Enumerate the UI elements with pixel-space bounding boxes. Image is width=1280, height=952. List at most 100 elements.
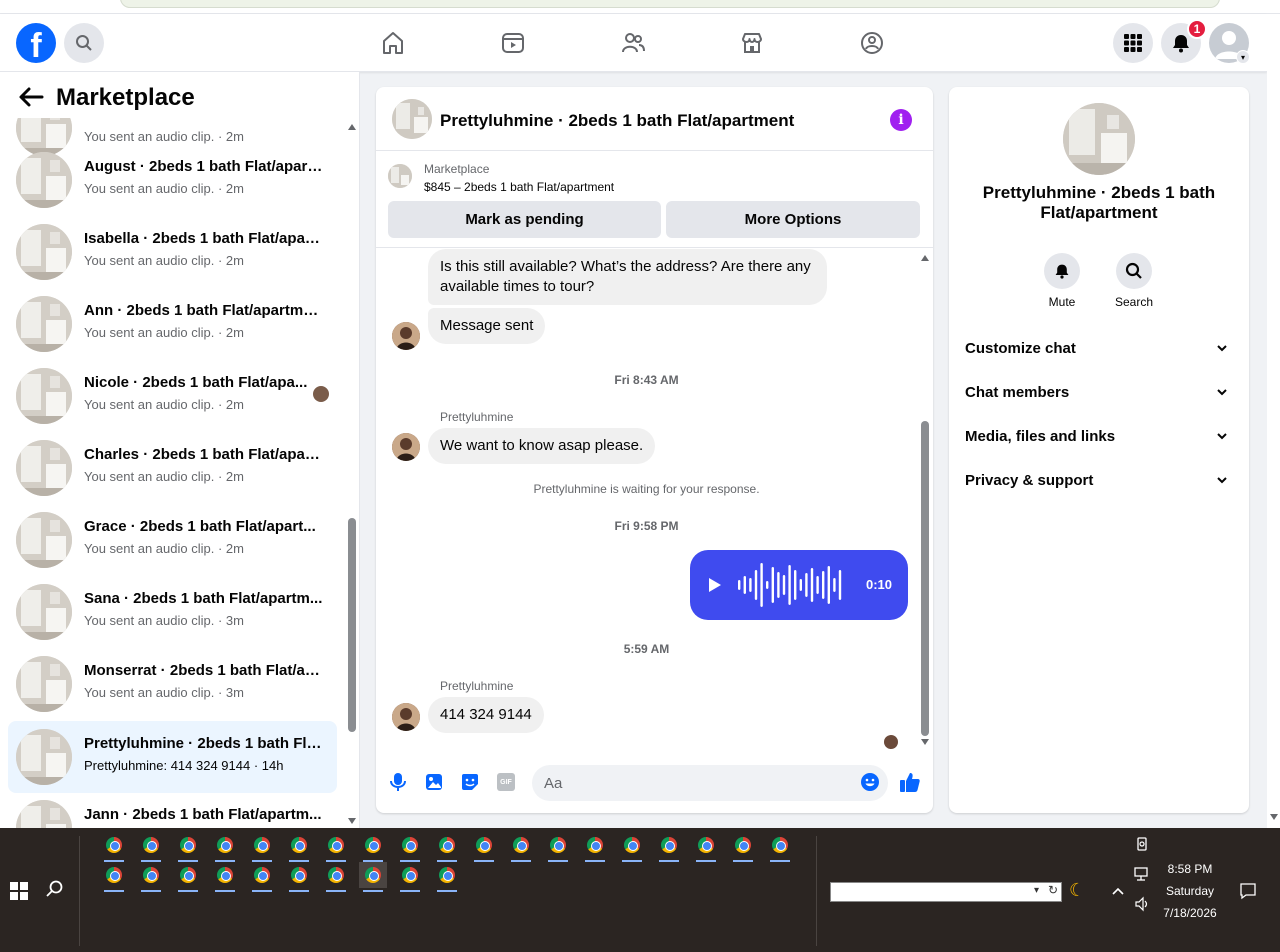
conversation-item[interactable]: Charles · 2beds 1 bath Flat/apart... You … <box>8 432 337 504</box>
taskbar-app[interactable] <box>766 832 794 862</box>
info-icon[interactable]: i <box>890 109 912 131</box>
conversation-item[interactable]: Isabella · 2beds 1 bath Flat/apart... You… <box>8 216 337 288</box>
sidebar-scroll-thumb[interactable] <box>348 518 356 732</box>
friends-icon[interactable] <box>618 28 648 58</box>
search-button[interactable] <box>64 23 104 63</box>
emoji-icon[interactable] <box>859 771 881 793</box>
contact-avatar[interactable] <box>392 433 420 461</box>
search-in-chat-button[interactable]: Search <box>1104 253 1164 309</box>
taskbar-app[interactable] <box>211 832 239 862</box>
taskbar-app[interactable] <box>396 832 424 862</box>
refresh-icon[interactable]: ↻ <box>1048 883 1058 897</box>
notifications-button[interactable]: 1 <box>1161 19 1207 63</box>
moon-icon[interactable]: ☾ <box>1069 880 1085 901</box>
scroll-down-arrow[interactable] <box>1270 814 1278 820</box>
taskbar-app[interactable] <box>248 832 276 862</box>
conversation-item[interactable]: Grace · 2beds 1 bath Flat/apart... You se… <box>8 504 337 576</box>
conversation-item[interactable]: Sana · 2beds 1 bath Flat/apartm... You se… <box>8 576 337 648</box>
contact-avatar[interactable] <box>392 322 420 350</box>
taskbar-app[interactable] <box>729 832 757 862</box>
play-icon[interactable] <box>708 577 722 593</box>
device-icon[interactable] <box>1134 836 1150 852</box>
privacy-support-row[interactable]: Privacy & support <box>949 459 1249 503</box>
marketplace-icon[interactable] <box>737 28 767 58</box>
menu-button[interactable] <box>1113 23 1153 63</box>
volume-icon[interactable] <box>1134 896 1150 912</box>
conversation-item[interactable]: Ann · 2beds 1 bath Flat/apartment You sen… <box>8 288 337 360</box>
listing-large-thumbnail[interactable] <box>1063 103 1135 175</box>
chevron-up-icon[interactable] <box>1110 884 1126 900</box>
taskbar-app[interactable] <box>174 832 202 862</box>
conversation-item[interactable]: August · 2beds 1 bath Flat/apart... You s… <box>8 144 337 216</box>
conversation-item[interactable]: Nicole · 2beds 1 bath Flat/apa... You sen… <box>8 360 337 432</box>
chevron-down-icon[interactable]: ▾ <box>1236 50 1250 64</box>
taskbar-app[interactable] <box>137 862 165 892</box>
taskbar-app[interactable] <box>248 862 276 892</box>
taskbar-app[interactable] <box>211 862 239 892</box>
taskbar-app[interactable] <box>100 832 128 862</box>
mute-button[interactable]: Mute <box>1032 253 1092 309</box>
customize-chat-row[interactable]: Customize chat <box>949 327 1249 371</box>
scroll-up-arrow[interactable] <box>921 255 929 261</box>
taskbar-address-box[interactable]: ▾ ↻ <box>830 882 1062 902</box>
clock-day[interactable]: Saturday <box>1150 884 1230 898</box>
taskbar-app[interactable] <box>618 832 646 862</box>
taskbar-app[interactable] <box>322 832 350 862</box>
browser-address-bar[interactable] <box>120 0 1220 8</box>
facebook-logo[interactable]: f <box>16 23 56 63</box>
sticker-icon[interactable] <box>459 771 481 793</box>
taskbar-app[interactable] <box>285 862 313 892</box>
groups-icon[interactable] <box>857 28 887 58</box>
listing-small-thumbnail[interactable] <box>388 164 412 188</box>
taskbar-app[interactable] <box>655 832 683 862</box>
taskbar-app[interactable] <box>544 832 572 862</box>
gif-icon[interactable]: GIF <box>495 771 517 793</box>
microphone-icon[interactable] <box>387 771 409 793</box>
chat-title[interactable]: Prettyluhmine · 2beds 1 bath Flat/apartm… <box>440 111 794 131</box>
taskbar-app[interactable] <box>433 832 461 862</box>
conversation-item[interactable]: Prettyluhmine · 2beds 1 bath Fla... Prett… <box>8 721 337 793</box>
mark-as-pending-button[interactable]: Mark as pending <box>388 201 661 238</box>
conversation-item[interactable]: Jann · 2beds 1 bath Flat/apartm... <box>8 792 337 828</box>
chat-scrollbar[interactable] <box>917 249 933 749</box>
audio-waveform[interactable] <box>736 561 848 609</box>
back-arrow-icon[interactable] <box>18 86 44 108</box>
scroll-up-arrow[interactable] <box>348 124 356 130</box>
video-icon[interactable] <box>498 28 528 58</box>
thumbs-up-icon[interactable] <box>899 771 921 793</box>
taskbar-app[interactable] <box>507 832 535 862</box>
page-scrollbar[interactable] <box>1267 14 1280 828</box>
windows-start-icon[interactable] <box>10 882 28 900</box>
taskbar-app[interactable] <box>174 862 202 892</box>
search-icon[interactable] <box>46 880 64 898</box>
chat-scroll-thumb[interactable] <box>921 421 929 736</box>
taskbar-app[interactable] <box>396 862 424 892</box>
contact-avatar[interactable] <box>392 703 420 731</box>
taskbar-app[interactable] <box>359 862 387 892</box>
notification-center-icon[interactable] <box>1239 882 1257 900</box>
taskbar-app[interactable] <box>581 832 609 862</box>
clock-time[interactable]: 8:58 PM <box>1150 862 1230 876</box>
audio-message[interactable]: 0:10 <box>690 550 908 620</box>
photo-icon[interactable] <box>423 771 445 793</box>
conversation-item[interactable]: Monserrat · 2beds 1 bath Flat/ap... You s… <box>8 648 337 720</box>
home-icon[interactable] <box>378 28 408 58</box>
sidebar-scrollbar[interactable] <box>345 118 359 826</box>
taskbar-app[interactable] <box>285 832 313 862</box>
more-options-button[interactable]: More Options <box>666 201 920 238</box>
taskbar-app[interactable] <box>692 832 720 862</box>
taskbar-app[interactable] <box>100 862 128 892</box>
taskbar-app[interactable] <box>322 862 350 892</box>
clock-date[interactable]: 7/18/2026 <box>1150 906 1230 920</box>
message-input[interactable] <box>532 765 888 801</box>
network-icon[interactable] <box>1134 866 1150 882</box>
scroll-down-arrow[interactable] <box>921 739 929 745</box>
taskbar-app[interactable] <box>137 832 165 862</box>
media-files-links-row[interactable]: Media, files and links <box>949 415 1249 459</box>
chat-members-row[interactable]: Chat members <box>949 371 1249 415</box>
taskbar-app[interactable] <box>470 832 498 862</box>
listing-price[interactable]: $845 – 2beds 1 bath Flat/apartment <box>424 180 614 194</box>
scroll-down-arrow[interactable] <box>348 818 356 824</box>
taskbar-app[interactable] <box>433 862 461 892</box>
taskbar-app[interactable] <box>359 832 387 862</box>
